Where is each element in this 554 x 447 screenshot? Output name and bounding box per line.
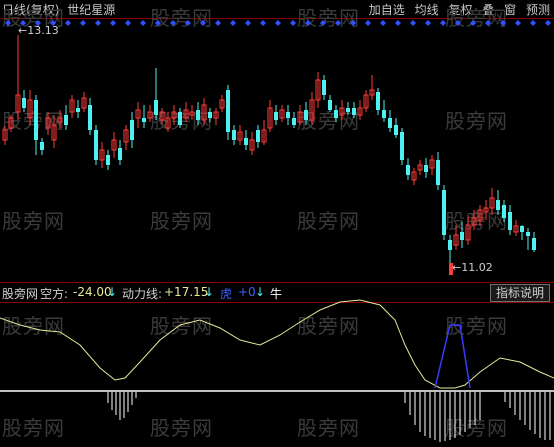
- candle-body: [64, 115, 68, 125]
- diamond-marker: [245, 20, 251, 26]
- diamond-marker: [170, 20, 176, 26]
- candle-body: [76, 108, 80, 112]
- diamond-marker: [380, 20, 386, 26]
- low-price-label: ←11.02: [452, 261, 493, 274]
- diamond-marker: [470, 20, 476, 26]
- diamond-marker: [125, 20, 131, 26]
- diamond-marker: [335, 20, 341, 26]
- diamond-marker: [155, 20, 161, 26]
- candle-body: [244, 138, 248, 145]
- diamond-marker: [545, 20, 551, 26]
- candle-body: [502, 205, 506, 218]
- niu-label: 牛: [270, 287, 283, 301]
- candle-body: [346, 108, 350, 112]
- candle-body: [388, 118, 392, 128]
- candle-body: [352, 108, 356, 115]
- indicator-help-button[interactable]: 指标说明: [490, 284, 550, 302]
- candle-body: [34, 100, 38, 140]
- candle-body: [232, 130, 236, 140]
- candle-body: [496, 200, 500, 210]
- diamond-marker: [320, 20, 326, 26]
- signal-spike: [434, 324, 471, 389]
- hu-label: 虎: [220, 287, 233, 301]
- high-price-label: ←13.13: [18, 24, 59, 37]
- diamond-marker: [215, 20, 221, 26]
- candle-body: [382, 110, 386, 118]
- candle-body: [274, 112, 278, 120]
- candle-body: [520, 226, 524, 232]
- candle-body: [532, 238, 536, 250]
- diamond-marker: [65, 20, 71, 26]
- candle-body: [400, 132, 404, 160]
- candle-body: [376, 92, 380, 110]
- candle-body: [142, 118, 146, 122]
- hu-value: +0: [238, 285, 256, 299]
- kong-value: -24.00: [73, 285, 112, 299]
- candle-body: [460, 232, 464, 240]
- indicator-header: 股旁网 空方: -24.00 ↓ 动力线: +17.15 ↓ 虎 +0 ↓ 牛: [0, 284, 554, 302]
- candle-body: [286, 112, 290, 118]
- candle-body: [256, 130, 260, 142]
- candle-body: [130, 120, 134, 140]
- candle-body: [94, 130, 98, 160]
- candle-body: [208, 112, 212, 118]
- arrow-down-icon: ↓: [107, 285, 118, 299]
- candle-body: [322, 80, 326, 95]
- candle-body: [526, 232, 530, 236]
- candle-body: [292, 118, 296, 125]
- diamond-marker: [110, 20, 116, 26]
- candle-body: [394, 125, 398, 135]
- candle-body: [22, 98, 26, 108]
- diamond-marker: [230, 20, 236, 26]
- candle-body: [40, 142, 44, 150]
- diamond-marker: [395, 20, 401, 26]
- candle-body: [304, 110, 308, 120]
- candle-body: [424, 165, 428, 172]
- kong-label: 空方:: [40, 287, 69, 301]
- diamond-marker: [80, 20, 86, 26]
- diamond-marker: [485, 20, 491, 26]
- dongli-label: 动力线:: [122, 287, 163, 301]
- candle-body: [178, 112, 182, 125]
- candle-body: [106, 155, 110, 165]
- candlestick-chart[interactable]: [0, 0, 554, 447]
- candle-body: [406, 165, 410, 175]
- diamond-marker: [200, 20, 206, 26]
- candle-body: [334, 110, 338, 118]
- power-line: [0, 299, 554, 389]
- diamond-marker: [440, 20, 446, 26]
- diamond-marker: [290, 20, 296, 26]
- candle-body: [196, 110, 200, 120]
- diamond-marker: [260, 20, 266, 26]
- candle-body: [448, 240, 452, 250]
- candle-body: [226, 90, 230, 132]
- diamond-marker: [140, 20, 146, 26]
- diamond-marker: [185, 20, 191, 26]
- diamond-marker: [350, 20, 356, 26]
- candle-body: [436, 160, 440, 185]
- arrow-down-icon: ↓: [204, 285, 215, 299]
- diamond-marker: [425, 20, 431, 26]
- diamond-marker: [275, 20, 281, 26]
- arrow-down-icon: ↓: [255, 285, 266, 299]
- diamond-marker: [530, 20, 536, 26]
- diamond-marker: [305, 20, 311, 26]
- diamond-marker: [515, 20, 521, 26]
- indicator-name[interactable]: 股旁网: [2, 285, 38, 302]
- diamond-marker: [5, 20, 11, 26]
- diamond-marker: [500, 20, 506, 26]
- diamond-marker: [95, 20, 101, 26]
- diamond-marker: [365, 20, 371, 26]
- diamond-marker: [410, 20, 416, 26]
- candle-body: [508, 212, 512, 230]
- candle-body: [154, 100, 158, 115]
- dongli-value: +17.15: [164, 285, 209, 299]
- diamond-marker: [455, 20, 461, 26]
- candle-body: [442, 190, 446, 235]
- candle-body: [88, 105, 92, 130]
- candle-body: [118, 148, 122, 160]
- candle-body: [328, 100, 332, 110]
